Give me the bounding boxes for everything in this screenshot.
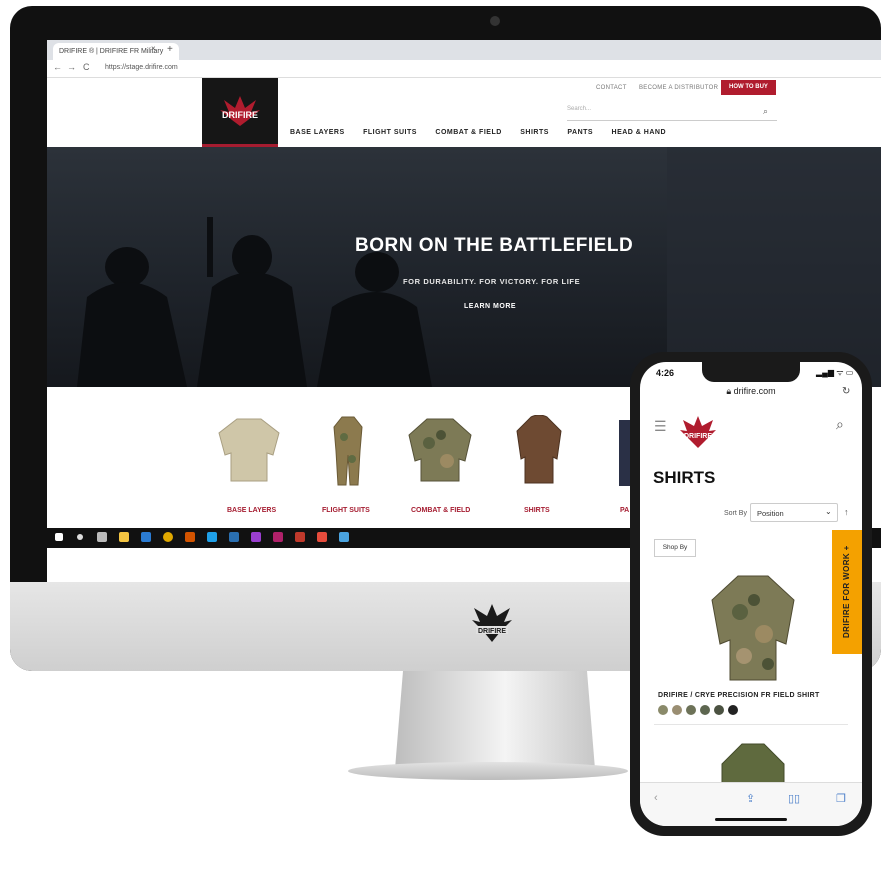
back-icon[interactable]: ‹ bbox=[654, 792, 658, 804]
category-base-layers[interactable]: BASE LAYERS bbox=[227, 507, 276, 514]
become-distributor-link[interactable]: BECOME A DISTRIBUTOR bbox=[639, 85, 718, 91]
category-pants[interactable]: PA bbox=[620, 507, 629, 514]
task-view-icon[interactable] bbox=[97, 532, 107, 542]
color-swatch[interactable] bbox=[700, 705, 710, 715]
shop-by-button[interactable]: Shop By bbox=[654, 539, 696, 557]
sort-direction-icon[interactable]: ↑ bbox=[844, 507, 849, 517]
app-icon-lightblue[interactable] bbox=[339, 532, 349, 542]
base-layer-shirt-image[interactable] bbox=[217, 415, 281, 485]
app-icon-purple[interactable] bbox=[251, 532, 261, 542]
windows-start-icon[interactable] bbox=[55, 533, 63, 541]
share-icon[interactable]: ⇪ bbox=[746, 792, 755, 805]
bookmarks-icon[interactable]: ▯▯ bbox=[788, 792, 800, 805]
product-image-field-shirt[interactable] bbox=[708, 572, 798, 684]
category-combat-field[interactable]: COMBAT & FIELD bbox=[411, 507, 470, 514]
status-icons: ▂▄▆ ᯤ ▭ bbox=[816, 368, 854, 377]
product-image-second[interactable] bbox=[718, 740, 788, 784]
nav-item-flight-suits[interactable]: FLIGHT SUITS bbox=[363, 129, 417, 136]
learn-more-button[interactable]: LEARN MORE bbox=[464, 303, 516, 310]
app-icon-blue[interactable] bbox=[229, 532, 239, 542]
drifire-wings-icon: DRIFIRE bbox=[220, 96, 260, 126]
nav-item-pants[interactable]: PANTS bbox=[567, 129, 593, 136]
svg-text:DRIFIRE: DRIFIRE bbox=[478, 628, 506, 635]
status-time: 4:26 bbox=[656, 368, 675, 378]
phone-notch bbox=[702, 362, 800, 382]
hero-subtitle: FOR DURABILITY. FOR VICTORY. FOR LIFE bbox=[403, 277, 581, 286]
acrobat-icon[interactable] bbox=[295, 532, 305, 542]
search-input[interactable]: Search... bbox=[567, 106, 777, 121]
imac-stand-foot bbox=[348, 762, 628, 780]
drifire-logo-icon: DRIFIRE bbox=[472, 604, 512, 642]
hero-banner bbox=[47, 147, 881, 387]
tabs-icon[interactable]: ❐ bbox=[836, 792, 846, 805]
outlook-icon[interactable] bbox=[141, 532, 151, 542]
tab-close-icon[interactable]: × bbox=[151, 44, 156, 53]
soldier-silhouettes bbox=[77, 147, 881, 387]
indesign-icon[interactable] bbox=[273, 532, 283, 542]
photoshop-icon[interactable] bbox=[207, 532, 217, 542]
chrome-icon[interactable] bbox=[163, 532, 173, 542]
camera-dot bbox=[490, 16, 500, 26]
phone-url[interactable]: 🔒︎ drifire.com bbox=[640, 386, 862, 397]
url-text[interactable]: https://stage.drifire.com bbox=[105, 64, 178, 71]
color-swatch[interactable] bbox=[672, 705, 682, 715]
svg-text:DRIFIRE: DRIFIRE bbox=[684, 433, 712, 440]
hamburger-menu-icon[interactable]: ☰ bbox=[654, 418, 667, 435]
color-swatch[interactable] bbox=[686, 705, 696, 715]
drifire-for-work-tab[interactable]: DRIFIRE FOR WORK + bbox=[832, 530, 862, 654]
page-title: SHIRTS bbox=[653, 468, 716, 487]
phone-url-text: drifire.com bbox=[733, 386, 776, 396]
sort-by-label: Sort By bbox=[724, 510, 747, 517]
search-taskbar-icon[interactable] bbox=[77, 534, 83, 540]
reload-icon[interactable]: C bbox=[83, 62, 90, 72]
hero-title: BORN ON THE BATTLEFIELD bbox=[355, 235, 634, 256]
new-tab-icon[interactable]: + bbox=[167, 44, 173, 55]
phone-search-icon[interactable]: ⌕ bbox=[836, 416, 844, 433]
combat-field-shirt-image[interactable] bbox=[407, 415, 473, 483]
phone-reload-icon[interactable]: ↻ bbox=[842, 386, 850, 397]
nav-item-base-layers[interactable]: BASE LAYERS bbox=[290, 129, 345, 136]
flight-suit-image[interactable] bbox=[330, 415, 366, 487]
app-icon-orange[interactable] bbox=[185, 532, 195, 542]
phone-logo[interactable]: DRIFIRE bbox=[678, 412, 718, 452]
tab-title: DRIFIRE ® | DRIFIRE FR Military bbox=[59, 48, 164, 55]
category-flight-suits[interactable]: FLIGHT SUITS bbox=[322, 507, 370, 514]
imac-stand bbox=[395, 671, 595, 769]
svg-text:DRIFIRE: DRIFIRE bbox=[222, 110, 258, 120]
how-to-buy-button[interactable]: HOW TO BUY bbox=[721, 80, 776, 95]
app-icon-red[interactable] bbox=[317, 532, 327, 542]
color-swatch[interactable] bbox=[714, 705, 724, 715]
nav-item-combat-field[interactable]: COMBAT & FIELD bbox=[435, 129, 501, 136]
site-logo[interactable]: DRIFIRE bbox=[202, 78, 278, 147]
main-nav: BASE LAYERS FLIGHT SUITS COMBAT & FIELD … bbox=[290, 129, 682, 136]
color-swatch[interactable] bbox=[728, 705, 738, 715]
back-arrow-icon[interactable]: ← bbox=[53, 62, 62, 72]
category-shirts[interactable]: SHIRTS bbox=[524, 507, 550, 514]
forward-arrow-icon[interactable]: → bbox=[67, 62, 76, 72]
nav-item-head-hand[interactable]: HEAD & HAND bbox=[612, 129, 667, 136]
color-swatch[interactable] bbox=[658, 705, 668, 715]
browser-tab[interactable]: DRIFIRE ® | DRIFIRE FR Military bbox=[53, 43, 179, 60]
lock-icon: 🔒︎ bbox=[726, 386, 734, 396]
product-name[interactable]: DRIFIRE / CRYE PRECISION FR FIELD SHIRT bbox=[658, 692, 820, 699]
phone-screen: 4:26 ▂▄▆ ᯤ ▭ 🔒︎ drifire.com ↻ ☰ DRIFIRE … bbox=[640, 362, 862, 826]
chevron-down-icon: ⌄ bbox=[825, 507, 832, 516]
search-icon[interactable]: ⌕ bbox=[763, 106, 768, 117]
nav-item-shirts[interactable]: SHIRTS bbox=[520, 129, 549, 136]
file-explorer-icon[interactable] bbox=[119, 532, 129, 542]
home-indicator bbox=[715, 818, 787, 821]
contact-link[interactable]: CONTACT bbox=[596, 85, 627, 91]
product-divider bbox=[654, 724, 848, 725]
shirts-hoodie-image[interactable] bbox=[515, 415, 563, 485]
search-placeholder: Search... bbox=[567, 106, 592, 112]
